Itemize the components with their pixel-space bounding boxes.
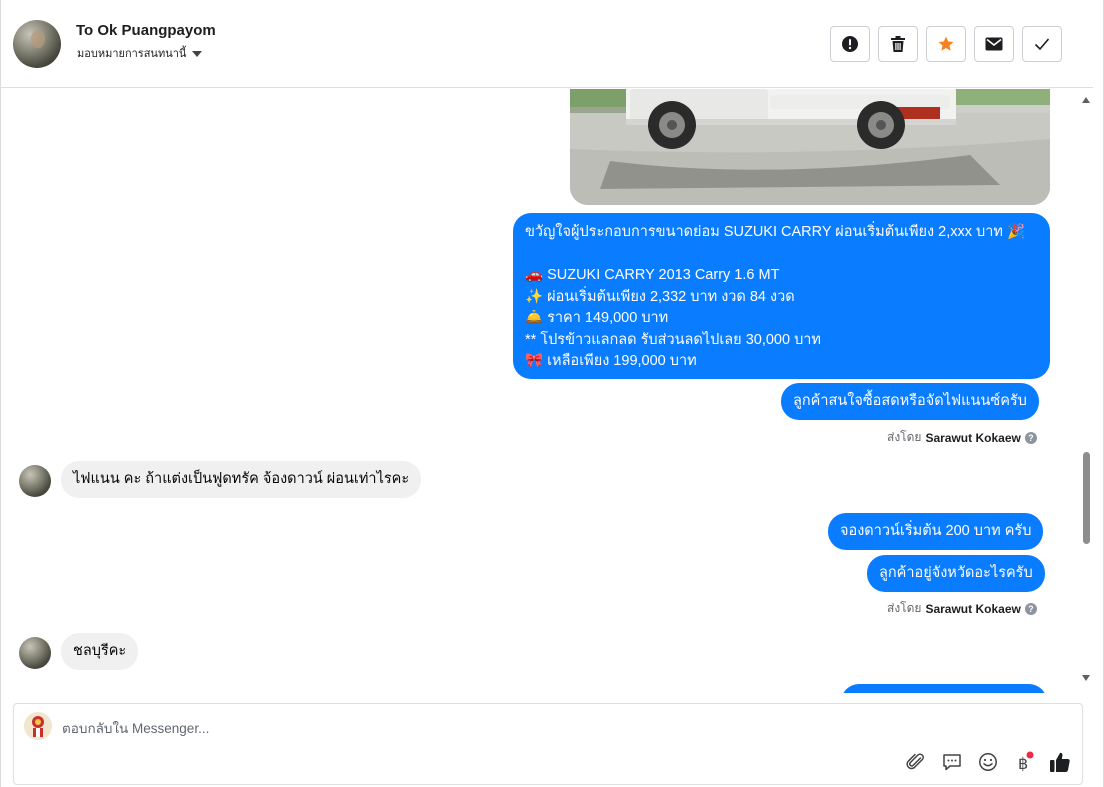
thread-scrollbar[interactable] bbox=[1079, 89, 1093, 693]
outgoing-promo-message[interactable]: ขวัญใจผู้ประกอบการขนาดย่อม SUZUKI CARRY … bbox=[513, 213, 1050, 379]
message-thread: ขวัญใจผู้ประกอบการขนาดย่อม SUZUKI CARRY … bbox=[1, 89, 1081, 693]
star-icon bbox=[938, 36, 954, 51]
baht-payment-icon: ฿ bbox=[1018, 751, 1034, 773]
like-button[interactable] bbox=[1048, 750, 1072, 774]
sent-by-label: ส่งโดย Sarawut Kokaew ? bbox=[887, 428, 1037, 447]
promo-line: ขวัญใจผู้ประกอบการขนาดย่อม SUZUKI CARRY … bbox=[525, 224, 1026, 240]
outgoing-message-partial[interactable] bbox=[841, 684, 1047, 693]
contact-name[interactable]: To Ok Puangpayom bbox=[76, 22, 216, 39]
promo-line: 🛎️ ราคา 149,000 บาท bbox=[525, 310, 669, 326]
contact-avatar[interactable] bbox=[13, 20, 61, 68]
truck-photo-image bbox=[570, 89, 1050, 205]
attach-button[interactable] bbox=[904, 750, 928, 774]
exclamation-icon bbox=[842, 36, 858, 52]
chevron-down-icon bbox=[192, 51, 203, 57]
page-logo-icon bbox=[24, 712, 52, 740]
check-icon bbox=[1034, 38, 1050, 51]
conversation-header: To Ok Puangpayom มอบหมายการสนทนานี้ bbox=[1, 0, 1093, 88]
saved-reply-icon bbox=[943, 754, 961, 771]
outgoing-message[interactable]: จองดาวน์เริ่มต้น 200 บาท ครับ bbox=[828, 513, 1044, 550]
emoji-button[interactable] bbox=[976, 750, 1000, 774]
page-avatar bbox=[24, 712, 52, 740]
promo-line: 🚗 SUZUKI CARRY 2013 Carry 1.6 MT bbox=[525, 267, 780, 283]
sent-by-prefix: ส่งโดย bbox=[887, 430, 922, 444]
contact-avatar-small bbox=[19, 465, 51, 497]
outgoing-message[interactable]: ลูกค้าสนใจซื้อสดหรือจัดไฟแนนซ์ครับ bbox=[781, 383, 1039, 420]
truck-photo-attachment[interactable] bbox=[570, 89, 1050, 205]
envelope-icon bbox=[985, 37, 1003, 51]
sent-by-name: Sarawut Kokaew bbox=[925, 430, 1021, 445]
reply-composer: ฿ bbox=[13, 703, 1083, 785]
incoming-message[interactable]: ชลบุรีคะ bbox=[61, 633, 139, 670]
assign-conversation-dropdown[interactable]: มอบหมายการสนทนานี้ bbox=[77, 44, 203, 62]
inbox-conversation-panel: To Ok Puangpayom มอบหมายการสนทนานี้ ขวัญ… bbox=[0, 0, 1104, 787]
promo-line: ✨ ผ่อนเริ่มต้นเพียง 2,332 บาท งวด 84 งวด bbox=[525, 288, 795, 305]
help-icon[interactable]: ? bbox=[1024, 602, 1037, 615]
promo-line bbox=[525, 244, 1038, 266]
scrollbar-graphic bbox=[1082, 97, 1090, 681]
sent-by-prefix: ส่งโดย bbox=[887, 601, 922, 615]
mark-unread-button[interactable] bbox=[974, 26, 1014, 62]
paperclip-icon bbox=[906, 753, 924, 770]
promo-line: ** โปรข้าวแลกลด รับส่วนลดไปเลย 30,000 บา… bbox=[525, 331, 821, 348]
promo-line: 🎀 เหลือเพียง 199,000 บาท bbox=[525, 353, 697, 369]
incoming-message[interactable]: ไฟแนน คะ ถ้าแต่งเป็นฟูดทรัค จ้องดาวน์ ผ่… bbox=[61, 461, 422, 498]
svg-text:฿: ฿ bbox=[1018, 754, 1028, 773]
mark-spam-button[interactable] bbox=[830, 26, 870, 62]
mark-done-button[interactable] bbox=[1022, 26, 1062, 62]
delete-button[interactable] bbox=[878, 26, 918, 62]
sent-by-label: ส่งโดย Sarawut Kokaew ? bbox=[887, 599, 1037, 618]
saved-replies-button[interactable] bbox=[940, 750, 964, 774]
sent-by-name: Sarawut Kokaew bbox=[925, 601, 1021, 616]
help-icon[interactable]: ? bbox=[1024, 431, 1037, 444]
contact-avatar-small bbox=[19, 637, 51, 669]
outgoing-message[interactable]: ลูกค้าอยู่จังหวัดอะไรครับ bbox=[867, 555, 1045, 592]
assign-label: มอบหมายการสนทนานี้ bbox=[77, 48, 187, 60]
emoji-icon bbox=[979, 753, 997, 771]
trash-icon bbox=[891, 36, 905, 52]
payment-button[interactable]: ฿ bbox=[1012, 750, 1036, 774]
star-button[interactable] bbox=[926, 26, 966, 62]
like-icon bbox=[1050, 752, 1070, 772]
reply-input[interactable] bbox=[62, 716, 962, 740]
